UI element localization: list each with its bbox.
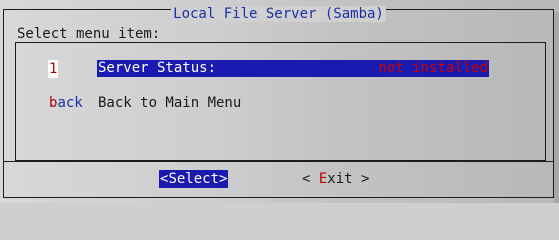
menu-item-back[interactable]: back Back to Main Menu [16,94,545,112]
tag-rest: ack [57,95,83,111]
select-button[interactable]: <Select> [159,170,229,188]
menu-list: 1 Server Status: not installed back Back… [15,42,546,161]
exit-close-bracket: > [352,171,370,187]
exit-label: xit [327,171,353,187]
button-divider [4,161,553,162]
select-label: Select [168,171,220,187]
menu-item-label: Server Status: [98,60,217,76]
button-bar: <Select> < Exit > [4,170,553,188]
server-status-value: not installed [378,60,488,76]
menu-item-highlight[interactable]: Server Status: not installed [97,60,489,77]
terminal-screen: Local File Server (Samba) Select menu it… [0,0,559,203]
exit-open-bracket: < [302,171,319,187]
dialog-shadow [554,12,559,203]
menu-dialog: Local File Server (Samba) Select menu it… [3,6,554,198]
dialog-title-text: Local File Server (Samba) [171,6,386,22]
menu-prompt: Select menu item: [17,26,161,42]
menu-item-tag[interactable]: 1 [48,60,59,78]
menu-item-server-status[interactable]: 1 Server Status: not installed [16,60,545,78]
exit-button[interactable]: < Exit > [302,170,369,188]
dialog-title: Local File Server (Samba) [4,6,553,22]
select-close-bracket: > [219,171,228,187]
menu-item-label: Back to Main Menu [98,95,242,111]
menu-item-tag[interactable]: back [49,94,83,112]
